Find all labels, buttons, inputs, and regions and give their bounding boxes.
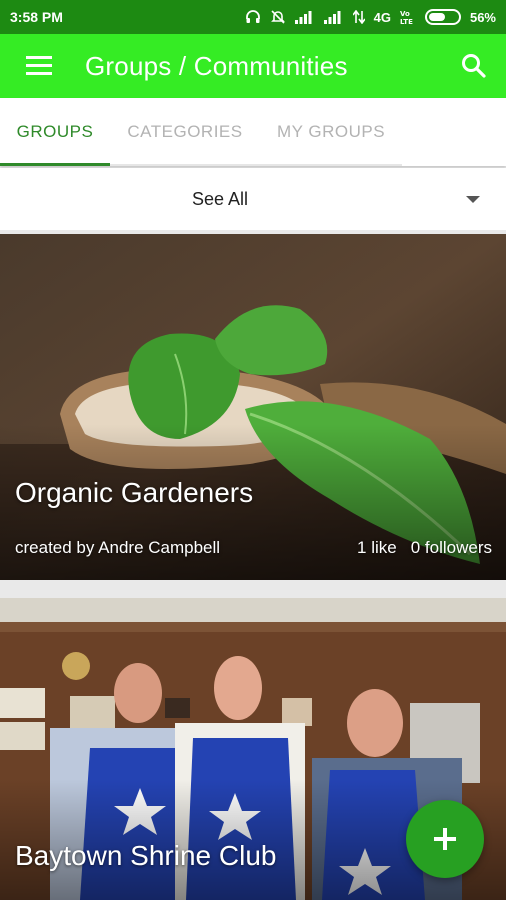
svg-text:LTE: LTE — [400, 18, 413, 25]
group-title: Organic Gardeners — [15, 477, 254, 508]
hamburger-menu-icon[interactable] — [0, 34, 80, 98]
tab-groups[interactable]: GROUPS — [0, 98, 110, 166]
group-title: Baytown Shrine Club — [15, 840, 277, 871]
volte-icon: Vo LTE — [400, 9, 416, 25]
data-arrows-icon — [352, 10, 365, 24]
network-type: 4G — [373, 9, 391, 25]
page-title: Groups / Communities — [85, 50, 348, 81]
plus-icon — [434, 828, 456, 850]
mute-icon — [270, 9, 286, 25]
headphones-icon — [245, 9, 261, 25]
tab-indicator — [0, 163, 110, 166]
filter-dropdown[interactable]: See All — [0, 168, 506, 230]
battery-icon — [424, 9, 461, 25]
group-meta: created by Andre Campbell 1 like 0 follo… — [15, 538, 492, 558]
dropdown-arrow-icon — [466, 196, 480, 203]
status-time: 3:58 PM — [10, 9, 63, 25]
battery-percent: 56% — [469, 9, 496, 25]
status-icons: 4G Vo LTE 56% — [245, 9, 496, 25]
svg-text:Vo: Vo — [400, 10, 410, 18]
tab-categories[interactable]: CATEGORIES — [110, 98, 260, 166]
signal-icon — [323, 10, 344, 24]
app-bar: Groups / Communities — [0, 34, 506, 98]
filter-selected-value: See All — [191, 188, 249, 209]
group-followers: 0 followers — [410, 538, 492, 557]
tab-bar: GROUPS CATEGORIES MY GROUPS — [0, 98, 506, 166]
group-creator: created by Andre Campbell — [15, 538, 221, 557]
group-card[interactable]: Organic Gardeners created by Andre Campb… — [0, 234, 506, 580]
tab-my-groups[interactable]: MY GROUPS — [260, 98, 402, 166]
group-likes: 1 like — [357, 538, 397, 557]
group-cover-image — [0, 234, 506, 580]
add-group-button[interactable] — [406, 800, 484, 878]
search-icon[interactable] — [442, 34, 506, 98]
status-bar: 3:58 PM 4G Vo LTE 56% — [0, 0, 506, 34]
signal-icon — [294, 10, 315, 24]
